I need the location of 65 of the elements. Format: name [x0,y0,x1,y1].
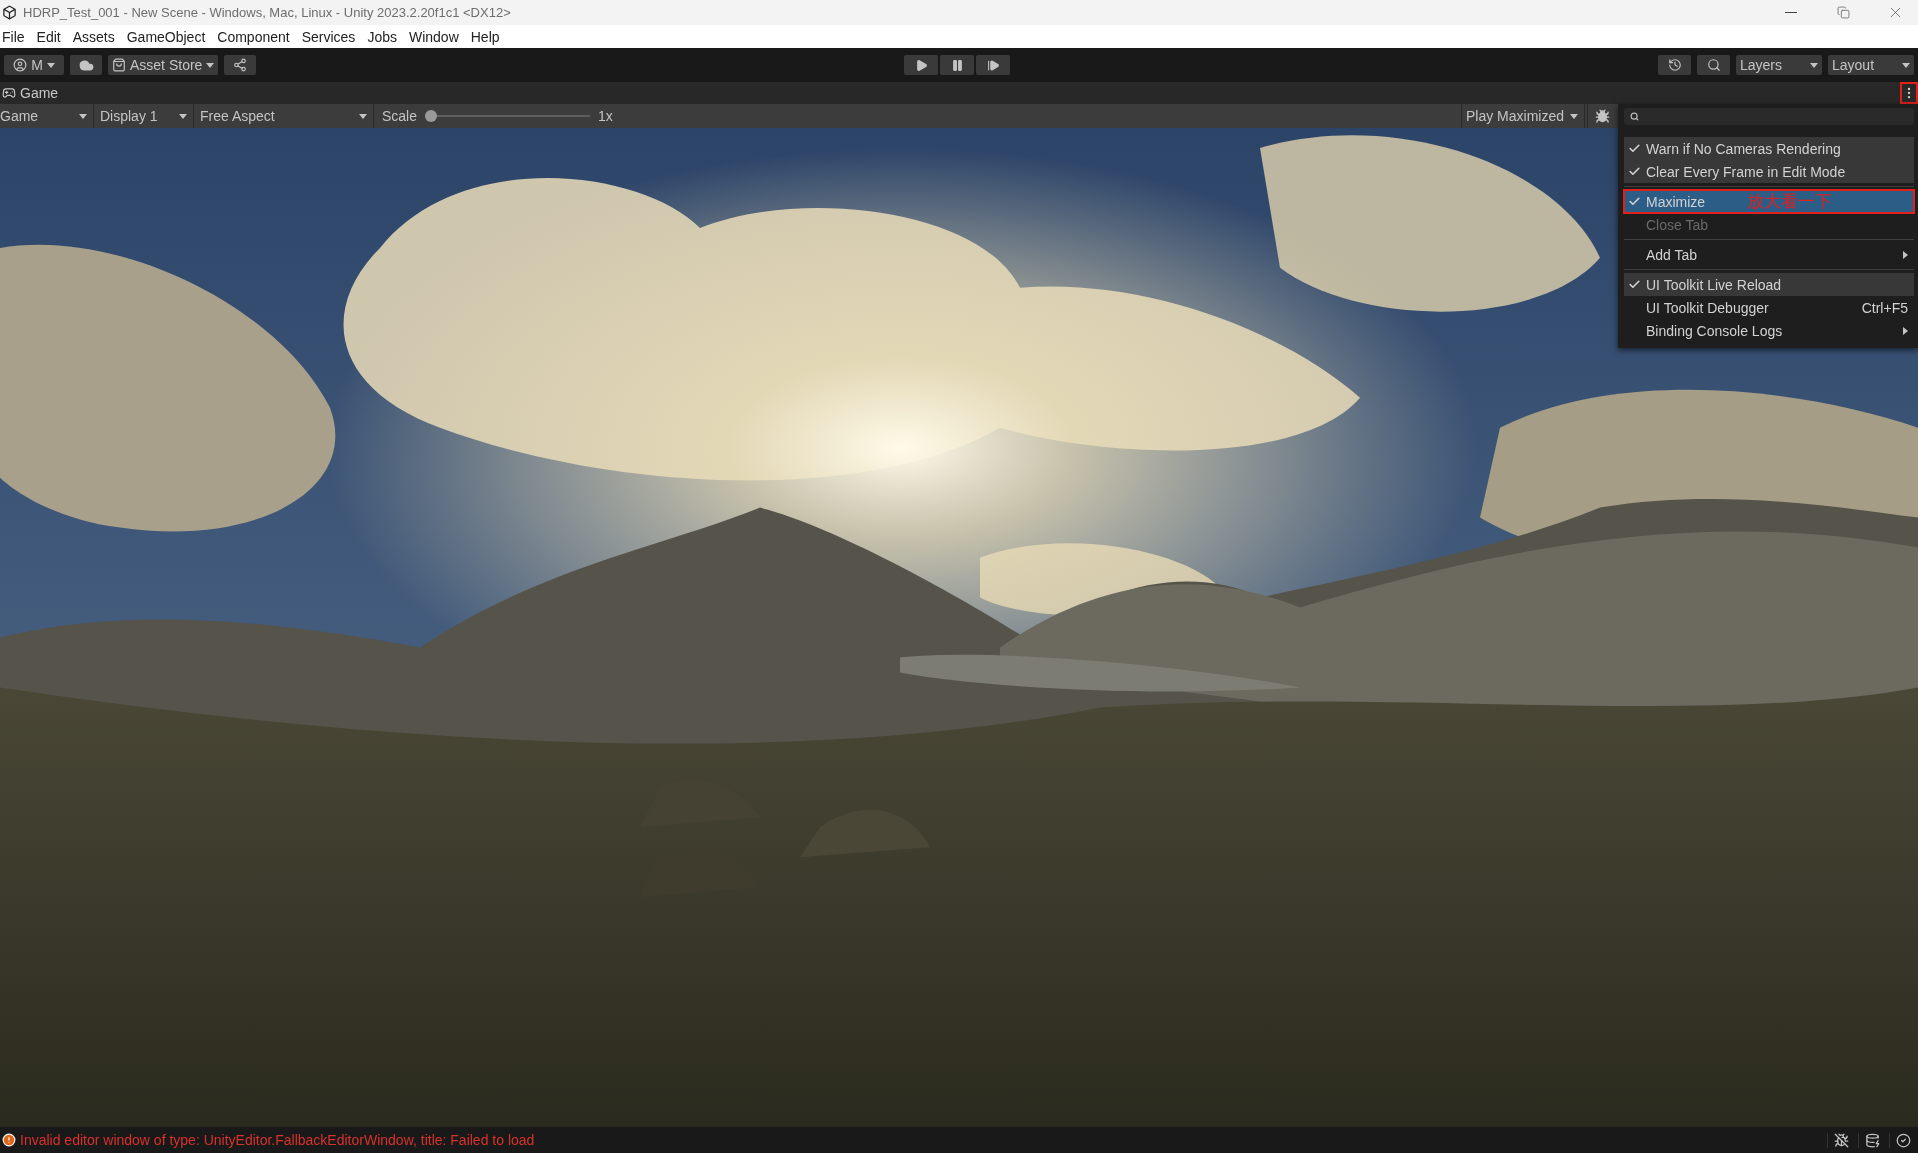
history-button[interactable] [1658,55,1691,75]
menu-item[interactable]: GameObject [122,28,214,45]
play-icon [914,58,928,72]
menu-item[interactable]: Help [466,28,508,45]
cloud-button[interactable] [70,55,102,75]
menu-item[interactable]: Maximize 放大看一下 [1624,190,1914,213]
menu-item[interactable]: Jobs [363,28,405,45]
search-button[interactable] [1697,55,1730,75]
more-options-button[interactable] [1900,82,1918,104]
menu-item[interactable]: Clear Every Frame in Edit Mode [1624,160,1914,183]
history-icon [1667,58,1682,72]
asset-store-dropdown[interactable]: Asset Store [108,55,219,75]
caret-icon [1810,62,1818,68]
pause-button[interactable] [940,55,975,75]
caret-icon [1570,113,1578,119]
cloud-icon [78,57,94,73]
submenu-arrow-icon [1903,250,1908,259]
step-icon [986,58,1000,72]
restore-icon [1836,6,1850,19]
app-logo-icon [2,5,17,20]
step-button[interactable] [976,55,1011,75]
caret-icon [179,113,187,119]
menu-item[interactable]: Services [297,28,364,45]
menu-item[interactable]: UI Toolkit Debugger Ctrl+F5 [1624,296,1914,319]
game-tab[interactable]: Game [20,85,59,101]
caret-icon [46,62,55,68]
menu-item[interactable]: Binding Console Logs [1624,319,1914,342]
nodes-icon [233,58,248,72]
menu-item[interactable]: File [0,28,33,45]
menu-search-field[interactable] [1624,108,1914,125]
search-icon [1706,58,1721,72]
gamepad-icon [2,86,16,100]
account-dropdown[interactable]: M [4,55,64,75]
window-title: HDRP_Test_001 - New Scene - Windows, Mac, Linux - Unity 2023.2.20f1c1 <DX12> [23,5,512,20]
scale-label: Scale [382,108,418,124]
caret-icon [1902,62,1910,68]
user-icon [13,58,28,72]
layers-dropdown[interactable]: Layers [1736,55,1822,75]
menu-item[interactable]: Assets [68,28,123,45]
menu-item[interactable]: UI Toolkit Live Reload [1624,273,1914,296]
shopping-bag-icon [112,58,126,72]
check-icon [1628,278,1641,291]
graph-button[interactable] [224,55,257,75]
menu-item[interactable]: Window [404,28,467,45]
play-button[interactable] [904,55,939,75]
caret-icon [79,113,87,119]
submenu-arrow-icon [1903,326,1908,335]
check-icon [1628,195,1641,208]
menu-item[interactable]: Warn if No Cameras Rendering [1624,137,1914,160]
search-icon [1630,112,1639,121]
minimize-icon [1785,12,1797,13]
annotation-text: 放大看一下 [1747,191,1834,213]
status-message: Invalid editor window of type: UnityEditor.FallbackEditorWindow, title: Failed to load [20,1132,536,1148]
check-icon [1628,142,1641,155]
menu-item[interactable]: Component [213,28,298,45]
pause-icon [950,58,964,72]
check-icon [1628,165,1641,178]
bug-icon [1594,108,1610,124]
menu-item[interactable]: Edit [32,28,69,45]
scale-value: 1x [598,108,613,124]
error-icon [2,1133,16,1147]
menu-item[interactable]: Add Tab [1624,243,1914,266]
caret-icon [359,113,367,119]
layout-dropdown[interactable]: Layout [1828,55,1914,75]
caret-icon [206,62,215,68]
